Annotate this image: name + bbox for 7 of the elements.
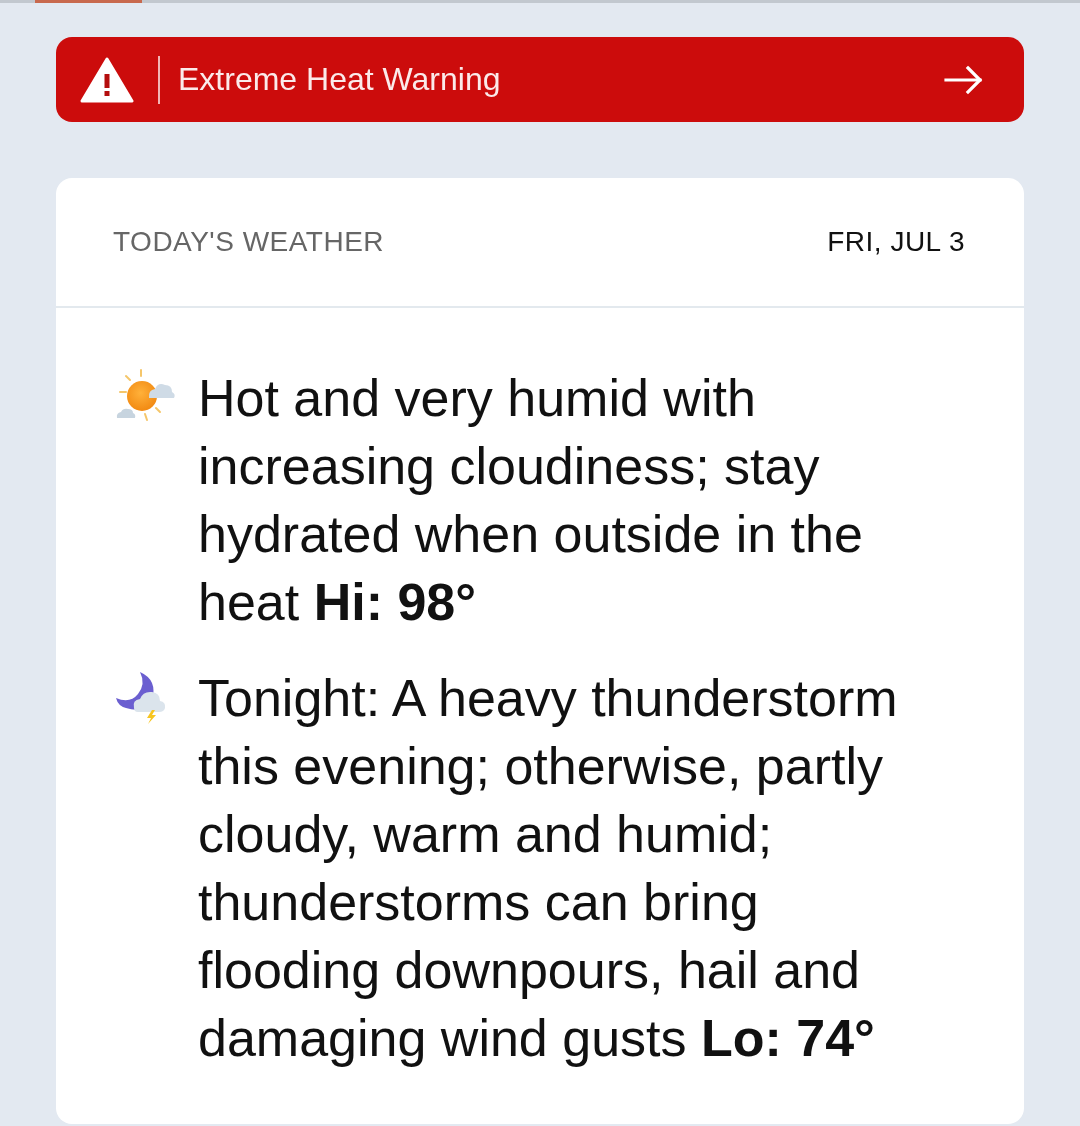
forecast-date: FRI, JUL 3	[827, 226, 965, 258]
warning-icon	[80, 56, 134, 103]
card-title: TODAY'S WEATHER	[113, 226, 385, 258]
forecast-text: Hot and very humid with increasing cloudiness; stay hydrated when outside in the heat Hi: 98°	[198, 368, 864, 633]
arrow-right-icon	[944, 64, 984, 95]
forecast-text: Tonight: A heavy thunderstorm this evening; otherwise, partly cloudy, warm and humid; thunderstorms can bring flooding downpours, hail and damaging wind gusts Lo: 74°	[198, 668, 899, 1069]
heat-warning-banner[interactable]: Extreme Heat Warning	[56, 37, 1024, 122]
